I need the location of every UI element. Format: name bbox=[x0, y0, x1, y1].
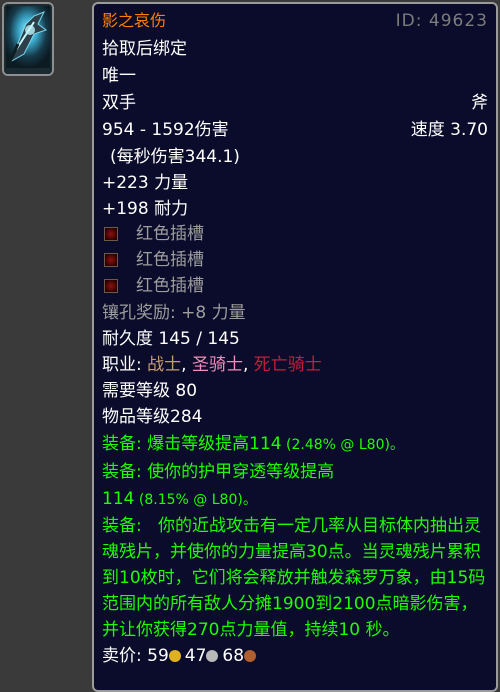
equip-armor-pen-line1: 装备: 使你的护甲穿透等级提高 bbox=[102, 462, 335, 482]
weapon-type: 斧 bbox=[471, 93, 488, 113]
copper-amount: 68 bbox=[222, 646, 245, 666]
item-name: 影之哀伤 bbox=[102, 11, 167, 30]
socket-row-2: 红色插槽 bbox=[102, 247, 488, 273]
equip-armor-pen-note: (8.15% @ L80)。 bbox=[134, 492, 257, 508]
equip-armor-pen-line2: 114 (8.15% @ L80)。 bbox=[102, 486, 488, 512]
weapon-speed: 速度 3.70 bbox=[410, 120, 488, 140]
socket-label: 红色插槽 bbox=[136, 276, 204, 296]
item-tooltip: 影之哀伤 ID: 49623 拾取后绑定 唯一 双手 斧 954 - 1592伤… bbox=[92, 2, 498, 692]
classes-label: 职业: bbox=[102, 355, 148, 375]
slot-row: 双手 斧 bbox=[102, 90, 488, 116]
socket-label: 红色插槽 bbox=[136, 224, 204, 244]
class-separator: , bbox=[242, 355, 254, 375]
dps-value: (每秒伤害344.1) bbox=[110, 147, 240, 167]
gold-coin-icon bbox=[168, 650, 181, 662]
damage-range: 954 - 1592伤害 bbox=[102, 120, 229, 140]
sell-price-label: 卖价: bbox=[102, 646, 142, 666]
bind-type: 拾取后绑定 bbox=[102, 39, 187, 59]
class-warrior: 战士 bbox=[147, 355, 182, 375]
socket-label: 红色插槽 bbox=[136, 250, 204, 270]
socket-bonus: 镶孔奖励: +8 力量 bbox=[102, 303, 246, 323]
silver-coin-icon bbox=[206, 650, 219, 662]
silver-amount: 47 bbox=[184, 646, 207, 666]
class-separator: , bbox=[181, 355, 192, 375]
damage-row: 954 - 1592伤害 速度 3.70 bbox=[102, 117, 488, 143]
axe-item-icon bbox=[4, 4, 52, 74]
equip-crit-text: 装备: 爆击等级提高114 bbox=[102, 434, 282, 454]
equip-armor-pen-value: 114 bbox=[102, 489, 135, 509]
unique-label: 唯一 bbox=[102, 66, 136, 86]
red-socket-icon bbox=[104, 227, 118, 241]
class-paladin: 圣骑士 bbox=[191, 355, 243, 375]
slot-label: 双手 bbox=[102, 93, 136, 113]
item-name-row: 影之哀伤 ID: 49623 bbox=[102, 8, 488, 34]
red-socket-icon bbox=[104, 253, 118, 267]
socket-row-3: 红色插槽 bbox=[102, 273, 488, 299]
red-socket-icon bbox=[104, 279, 118, 293]
socket-row-1: 红色插槽 bbox=[102, 221, 488, 247]
required-level: 需要等级 80 bbox=[102, 381, 198, 401]
item-id: ID: 49623 bbox=[395, 11, 488, 31]
equip-crit: 装备: 爆击等级提高114 (2.48% @ L80)。 bbox=[102, 431, 488, 457]
equip-crit-note: (2.48% @ L80)。 bbox=[281, 437, 404, 453]
copper-coin-icon bbox=[244, 650, 257, 662]
class-death-knight: 死亡骑士 bbox=[253, 355, 322, 375]
stat-stamina: +198 耐力 bbox=[102, 199, 189, 219]
item-icon bbox=[2, 2, 54, 76]
sell-price: 卖价: 59 47 68 bbox=[102, 643, 488, 669]
class-requirements: 职业: 战士, 圣骑士, 死亡骑士 bbox=[102, 352, 488, 378]
durability: 耐久度 145 / 145 bbox=[102, 329, 240, 349]
item-level: 物品等级284 bbox=[102, 407, 203, 427]
equip-proc-effect: 装备: 你的近战攻击有一定几率从目标体内抽出灵魂残片，并使你的力量提高30点。当… bbox=[102, 516, 486, 640]
stat-strength: +223 力量 bbox=[102, 173, 189, 193]
gold-amount: 59 bbox=[147, 646, 169, 666]
